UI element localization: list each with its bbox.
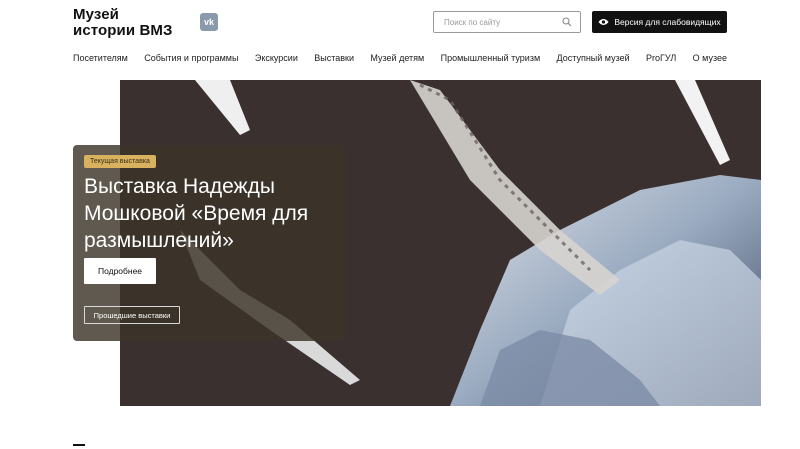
past-exhibitions-button[interactable]: Прошедшие выставки <box>84 306 180 324</box>
search-input[interactable] <box>434 12 552 33</box>
section-divider <box>73 444 85 446</box>
nav-item-excursions[interactable]: Экскурсии <box>255 53 298 63</box>
low-vision-version-button[interactable]: Версия для слабовидящих <box>592 11 727 33</box>
nav-item-exhibitions[interactable]: Выставки <box>314 53 354 63</box>
nav-item-events[interactable]: События и программы <box>144 53 238 63</box>
nav-item-visitors[interactable]: Посетителям <box>73 53 128 63</box>
nav-item-progul[interactable]: ProГУЛ <box>646 53 676 63</box>
details-button[interactable]: Подробнее <box>84 258 156 284</box>
nav-item-kids[interactable]: Музей детям <box>370 53 424 63</box>
low-vision-label: Версия для слабовидящих <box>614 17 721 27</box>
logo-line-2: истории ВМЗ <box>73 22 173 39</box>
current-exhibition-badge: Текущая выставка <box>84 155 156 168</box>
nav-item-about[interactable]: О музее <box>693 53 727 63</box>
nav-item-accessible-museum[interactable]: Доступный музей <box>557 53 630 63</box>
museum-logo[interactable]: Музей истории ВМЗ <box>73 7 172 39</box>
main-nav: Посетителям События и программы Экскурси… <box>73 53 727 63</box>
eye-icon <box>598 19 609 25</box>
exhibition-title: Выставка Надежды Мошковой «Время для раз… <box>84 175 309 252</box>
current-exhibition-card: Текущая выставка Выставка Надежды Мошков… <box>73 145 346 341</box>
search-box[interactable] <box>433 11 581 33</box>
logo-line-1: Музей <box>73 6 119 23</box>
vk-icon[interactable]: vk <box>200 13 218 31</box>
nav-item-industrial-tourism[interactable]: Промышленный туризм <box>441 53 541 63</box>
search-icon[interactable] <box>562 17 572 27</box>
